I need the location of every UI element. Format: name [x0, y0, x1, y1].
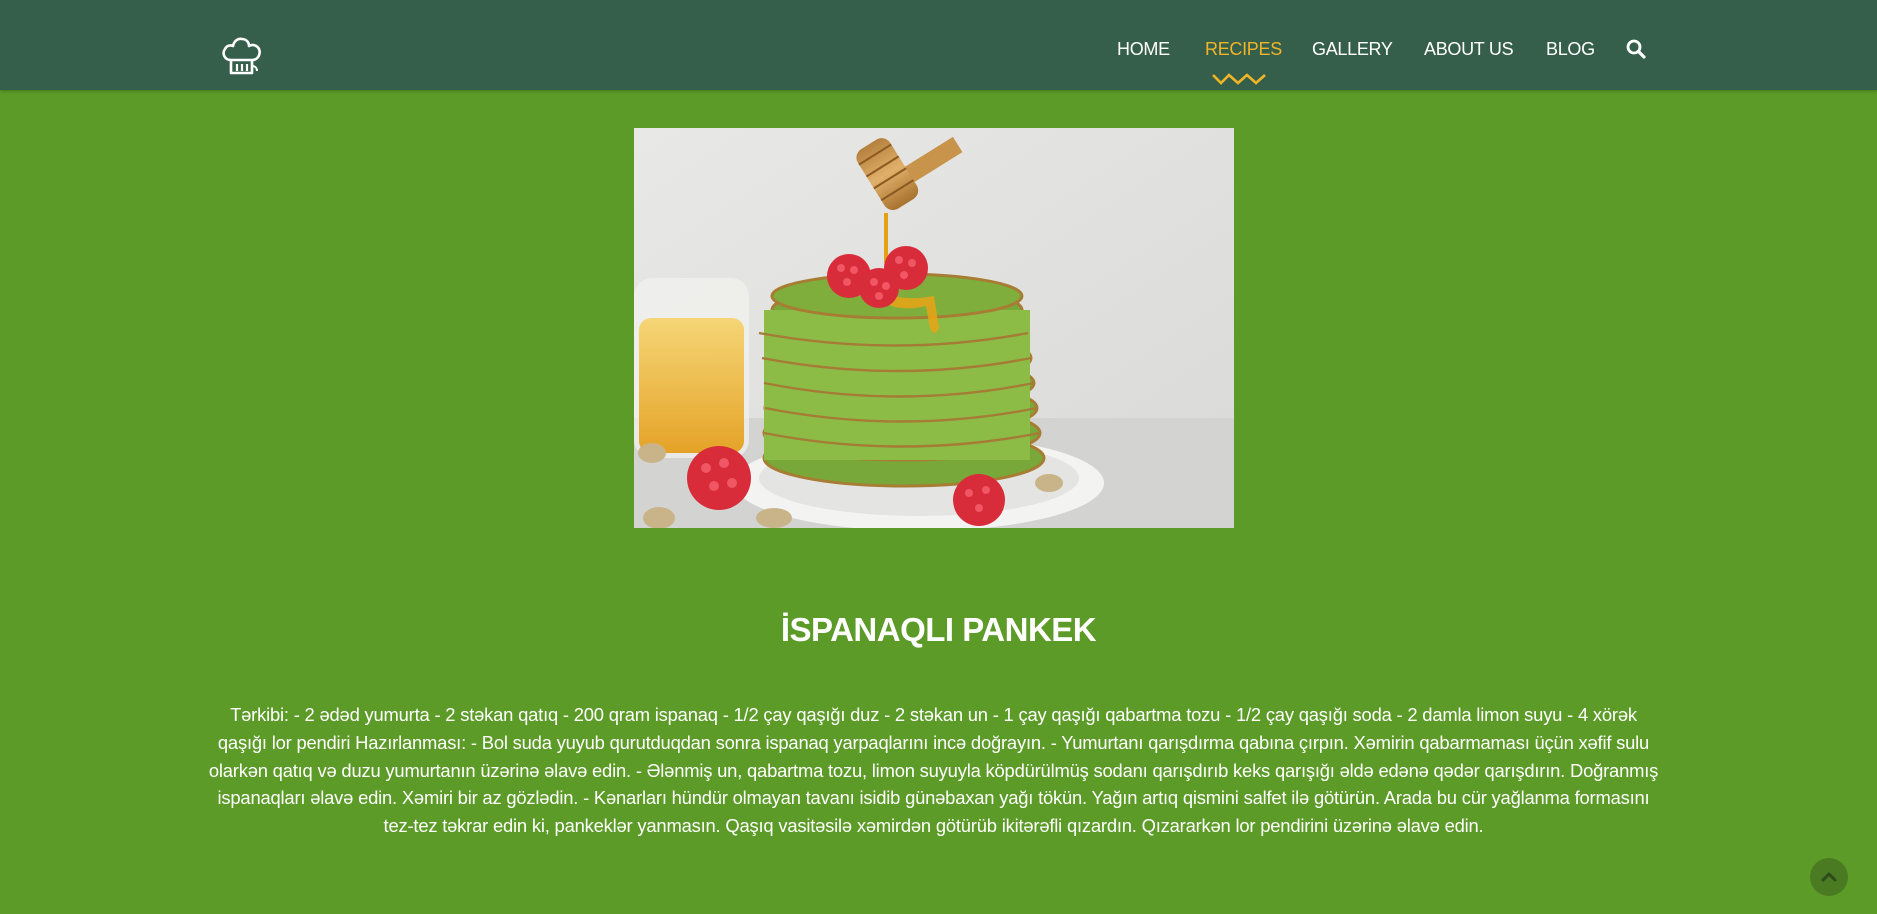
nav-item-gallery[interactable]: GALLERY — [1312, 38, 1393, 60]
navbar: HOME RECIPES GALLERY ABOUT US BLOG — [0, 0, 1877, 90]
recipe-image — [634, 128, 1234, 528]
nav-item-about-us[interactable]: ABOUT US — [1424, 38, 1514, 60]
chef-hat-icon[interactable] — [218, 33, 264, 79]
search-icon[interactable] — [1624, 37, 1648, 61]
nav-item-recipes[interactable]: RECIPES — [1205, 38, 1282, 60]
nav-item-blog[interactable]: BLOG — [1546, 38, 1595, 60]
nav-item-home[interactable]: HOME — [1117, 38, 1170, 60]
recipe-title: İSPANAQLI PANKEK — [780, 611, 1097, 649]
scroll-to-top-button[interactable] — [1810, 858, 1848, 896]
chevron-up-icon — [1821, 872, 1837, 882]
recipe-description: Tərkibi: - 2 ədəd yumurta - 2 stəkan qat… — [208, 704, 1659, 836]
pancake-stack-illustration — [634, 128, 1234, 528]
active-indicator-zigzag — [1212, 73, 1266, 85]
